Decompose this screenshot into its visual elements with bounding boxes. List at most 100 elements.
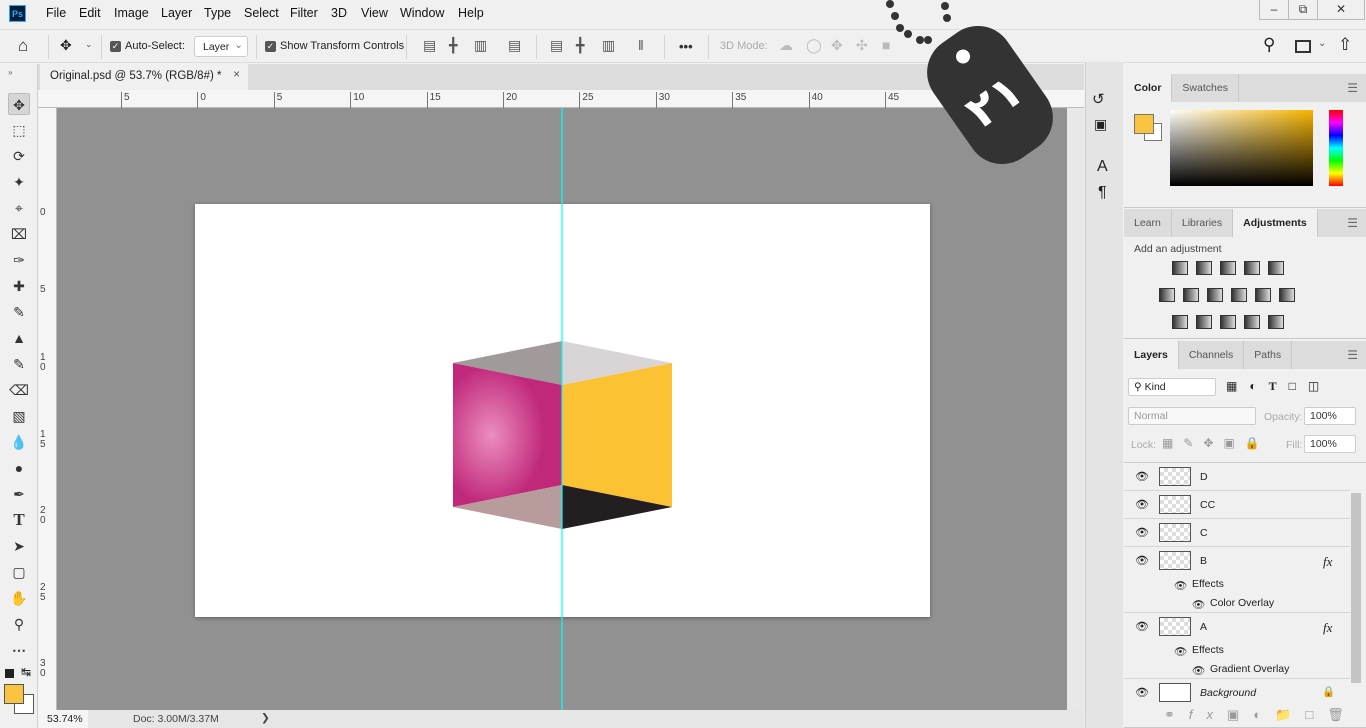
status-menu-arrow[interactable]: ❯ bbox=[261, 712, 270, 724]
photo-filter-icon[interactable] bbox=[1231, 288, 1247, 302]
close-button[interactable]: ✕ bbox=[1317, 0, 1365, 20]
layer-name[interactable]: CC bbox=[1200, 499, 1215, 511]
marquee-tool-icon[interactable]: ⬚ bbox=[8, 119, 30, 141]
layer-row[interactable]: 👁 Afx 👁 Effects 👁 Gradient Overlay bbox=[1124, 613, 1350, 679]
3d-pan-icon[interactable]: ✥ bbox=[831, 37, 843, 54]
edit-toolbar-icon[interactable]: ⋯ bbox=[8, 639, 30, 661]
layer-row[interactable]: 👁 Bfx 👁 Effects 👁 Color Overlay bbox=[1124, 547, 1350, 613]
visibility-eye-icon[interactable]: 👁 bbox=[1135, 526, 1149, 539]
color-balance-icon[interactable] bbox=[1183, 288, 1199, 302]
menu-help[interactable]: Help bbox=[458, 6, 484, 20]
healing-brush-icon[interactable]: ✚ bbox=[8, 275, 30, 297]
blur-tool-icon[interactable]: 💧 bbox=[8, 431, 30, 453]
share-icon[interactable]: ⇧ bbox=[1338, 35, 1352, 55]
fx-badge[interactable]: fx bbox=[1323, 620, 1332, 636]
layer-row[interactable]: 👁 CC bbox=[1124, 491, 1350, 519]
visibility-eye-icon[interactable]: 👁 bbox=[1135, 620, 1149, 633]
visibility-eye-icon[interactable]: 👁 bbox=[1135, 498, 1149, 511]
pen-tool-icon[interactable]: ✒ bbox=[8, 483, 30, 505]
visibility-eye-icon[interactable]: 👁 bbox=[1135, 554, 1149, 567]
auto-select-checkbox[interactable]: ✓ bbox=[110, 41, 121, 52]
3d-panel-icon[interactable]: ▣ bbox=[1094, 116, 1107, 133]
blend-mode-dropdown[interactable]: Normal bbox=[1128, 407, 1256, 425]
3d-roll-icon[interactable]: ◯ bbox=[806, 37, 822, 54]
distribute-icon[interactable]: ▤ bbox=[508, 37, 521, 54]
effect-eye-icon[interactable]: 👁 bbox=[1192, 664, 1205, 677]
opacity-field[interactable]: 100% bbox=[1304, 407, 1356, 425]
menu-window[interactable]: Window bbox=[400, 6, 444, 20]
levels-icon[interactable] bbox=[1196, 261, 1212, 275]
history-icon[interactable]: ↺ bbox=[1092, 90, 1105, 108]
lock-icons[interactable]: ▦✎✥▣🔒 bbox=[1162, 436, 1270, 450]
menu-view[interactable]: View bbox=[361, 6, 388, 20]
layer-name[interactable]: C bbox=[1200, 527, 1208, 539]
effects-eye-icon[interactable]: 👁 bbox=[1174, 579, 1187, 592]
menu-filter[interactable]: Filter bbox=[290, 6, 318, 20]
tab-adjustments[interactable]: Adjustments bbox=[1233, 209, 1318, 237]
fill-field[interactable]: 100% bbox=[1304, 435, 1356, 453]
menu-3d[interactable]: 3D bbox=[331, 6, 347, 20]
brightness-contrast-icon[interactable] bbox=[1172, 261, 1188, 275]
channel-mixer-icon[interactable] bbox=[1255, 288, 1271, 302]
menu-file[interactable]: File bbox=[46, 6, 66, 20]
canvas-scrollbar[interactable] bbox=[1067, 108, 1084, 710]
workspace-chevron-icon[interactable]: ⌄ bbox=[1318, 38, 1326, 49]
layers-scrollbar[interactable] bbox=[1351, 493, 1361, 683]
black-white-icon[interactable] bbox=[1207, 288, 1223, 302]
crop-tool-icon[interactable]: ⌖ bbox=[8, 197, 30, 219]
filter-icons[interactable]: ▦◐T□◫ bbox=[1226, 379, 1331, 394]
hand-tool-icon[interactable]: ✋ bbox=[8, 587, 30, 609]
eraser-icon[interactable]: ⌫ bbox=[8, 379, 30, 401]
menu-layer[interactable]: Layer bbox=[161, 6, 192, 20]
color-field[interactable] bbox=[1170, 110, 1313, 186]
posterize-icon[interactable] bbox=[1196, 315, 1212, 329]
tab-learn[interactable]: Learn bbox=[1124, 209, 1172, 237]
invert-icon[interactable] bbox=[1172, 315, 1188, 329]
tab-channels[interactable]: Channels bbox=[1179, 341, 1245, 369]
chevron-down-icon[interactable]: ⌄ bbox=[85, 39, 93, 50]
lasso-tool-icon[interactable]: ⟳ bbox=[8, 145, 30, 167]
visibility-eye-icon[interactable]: 👁 bbox=[1135, 470, 1149, 483]
move-tool-icon[interactable]: ✥ bbox=[60, 37, 72, 54]
hue-slider[interactable] bbox=[1329, 110, 1343, 186]
layer-name[interactable]: A bbox=[1200, 621, 1207, 633]
layer-name[interactable]: B bbox=[1200, 555, 1207, 567]
menu-image[interactable]: Image bbox=[114, 6, 149, 20]
effect-eye-icon[interactable]: 👁 bbox=[1192, 598, 1205, 611]
visibility-eye-icon[interactable]: 👁 bbox=[1135, 686, 1149, 699]
threshold-icon[interactable] bbox=[1220, 315, 1236, 329]
menu-type[interactable]: Type bbox=[204, 6, 231, 20]
type-tool-icon[interactable]: T bbox=[8, 509, 30, 531]
eyedropper-icon[interactable]: ✑ bbox=[8, 249, 30, 271]
character-icon[interactable]: A bbox=[1097, 158, 1108, 176]
more-options-button[interactable]: ••• bbox=[679, 39, 693, 54]
layer-row[interactable]: 👁 D bbox=[1124, 463, 1350, 491]
tab-color[interactable]: Color bbox=[1124, 74, 1173, 102]
curves-icon[interactable] bbox=[1220, 261, 1236, 275]
foreground-color-swatch[interactable] bbox=[4, 684, 24, 704]
color-fg-swatch[interactable] bbox=[1134, 114, 1154, 134]
path-selection-icon[interactable]: ➤ bbox=[8, 535, 30, 557]
zoom-tool-icon[interactable]: ⚲ bbox=[8, 613, 30, 635]
vibrance-icon[interactable] bbox=[1268, 261, 1284, 275]
canvas-area[interactable] bbox=[57, 108, 1067, 710]
restore-button[interactable]: ⧉ bbox=[1288, 0, 1318, 20]
zoom-level[interactable]: 53.74% bbox=[38, 710, 88, 728]
magic-wand-icon[interactable]: ✦ bbox=[8, 171, 30, 193]
show-transform-checkbox[interactable]: ✓ bbox=[265, 41, 276, 52]
color-lookup-icon[interactable] bbox=[1279, 288, 1295, 302]
layers-footer-icons[interactable]: ⚭fx▣◐📁□🗑 bbox=[1164, 707, 1358, 723]
dodge-tool-icon[interactable]: ● bbox=[8, 457, 30, 479]
align-middle-icon[interactable]: ╋ bbox=[576, 37, 584, 54]
layer-row[interactable]: 👁 Background 🔒 bbox=[1124, 679, 1350, 704]
gradient-map-icon[interactable] bbox=[1268, 315, 1284, 329]
selective-color-icon[interactable] bbox=[1244, 315, 1260, 329]
3d-slide-icon[interactable]: ✣ bbox=[856, 37, 868, 54]
align-right-icon[interactable]: ▥ bbox=[474, 37, 487, 54]
swap-colors-icon[interactable]: ↹ bbox=[21, 665, 31, 679]
tab-libraries[interactable]: Libraries bbox=[1172, 209, 1234, 237]
search-icon[interactable]: ⚲ bbox=[1263, 35, 1275, 55]
paragraph-icon[interactable]: ¶ bbox=[1098, 184, 1107, 202]
brush-tool-icon[interactable]: ✎ bbox=[8, 301, 30, 323]
fx-badge[interactable]: fx bbox=[1323, 554, 1332, 570]
